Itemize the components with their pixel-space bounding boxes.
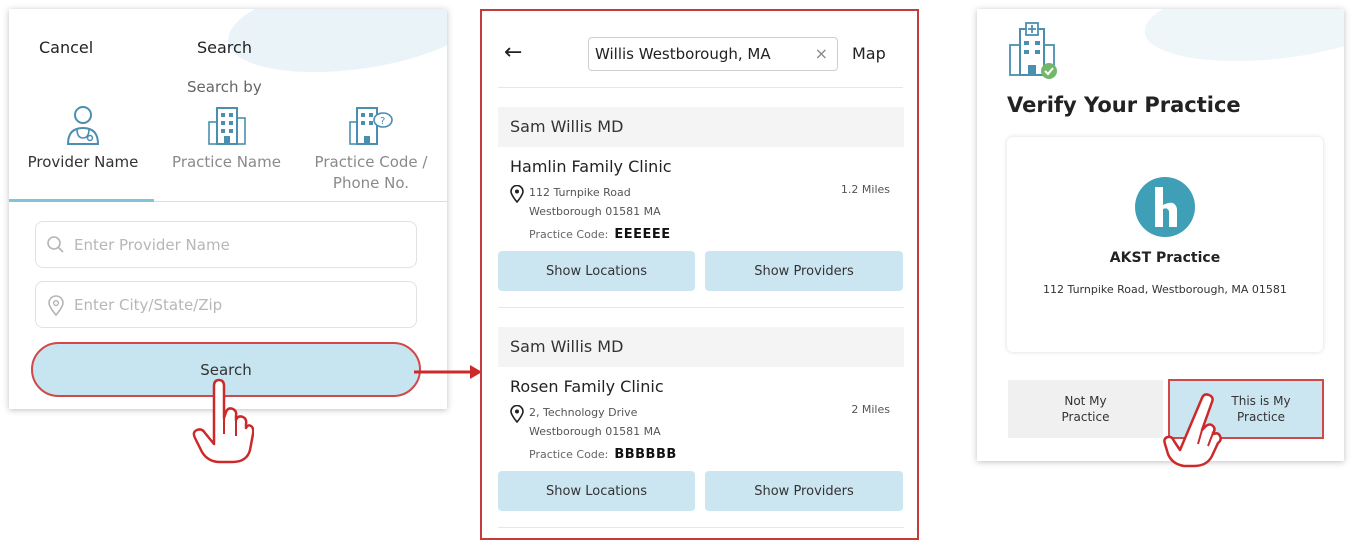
building-phone-icon: ? — [349, 107, 393, 145]
location-input[interactable] — [74, 292, 404, 318]
search-panel: Cancel Search Search by Provider Name Pr… — [9, 9, 447, 409]
distance: 2 Miles — [851, 403, 890, 416]
this-is-my-practice-line-2: Practice — [1237, 410, 1285, 424]
search-title: Search — [197, 38, 252, 57]
verify-title: Verify Your Practice — [1007, 93, 1241, 117]
doctor-icon — [66, 106, 100, 145]
location-field[interactable] — [35, 281, 417, 328]
practice-code-value: BBBBBB — [614, 447, 677, 462]
background-decoration — [222, 9, 447, 87]
building-icon — [207, 107, 246, 145]
location-pin-icon — [48, 295, 64, 317]
address-line-2: Westborough 01581 MA — [529, 205, 661, 218]
tab-practice-name[interactable]: Practice Name — [164, 104, 289, 173]
practice-address: 112 Turnpike Road, Westborough, MA 01581 — [1043, 283, 1287, 296]
provider-name: Sam Willis MD — [498, 107, 904, 147]
card-divider — [498, 527, 904, 528]
not-my-practice-line-2: Practice — [1061, 410, 1110, 424]
distance: 1.2 Miles — [840, 183, 890, 196]
card-divider — [498, 307, 904, 308]
clinic-name: Rosen Family Clinic — [510, 377, 664, 396]
active-tab-indicator — [9, 199, 154, 202]
search-by-label: Search by — [187, 78, 262, 96]
cancel-button[interactable]: Cancel — [39, 38, 93, 57]
results-panel: ← × Map Sam Willis MD Hamlin Family Clin… — [480, 9, 919, 540]
result-card: Sam Willis MD Rosen Family Clinic 2, Tec… — [498, 327, 904, 528]
practice-logo-icon — [1135, 177, 1195, 237]
provider-name: Sam Willis MD — [498, 327, 904, 367]
address-line-1: 112 Turnpike Road — [529, 186, 631, 199]
verify-panel: Verify Your Practice AKST Practice 112 T… — [977, 9, 1344, 461]
search-icon — [47, 236, 64, 253]
practice-code-value: EEEEEE — [614, 227, 671, 242]
tab-practice-code[interactable]: ? Practice Code / Phone No. — [301, 104, 441, 194]
practice-code: Practice Code: BBBBBB — [529, 447, 677, 462]
clinic-name: Hamlin Family Clinic — [510, 157, 672, 176]
practice-code-label: Practice Code: — [529, 228, 609, 241]
svg-text:?: ? — [380, 116, 385, 127]
practice-card: AKST Practice 112 Turnpike Road, Westbor… — [1007, 137, 1323, 352]
clinic-address: 112 Turnpike Road Westborough 01581 MA — [529, 183, 661, 221]
background-decoration — [1140, 9, 1344, 73]
practice-code-label: Practice Code: — [529, 448, 609, 461]
this-is-my-practice-line-1: This is My — [1231, 394, 1291, 408]
header-divider — [498, 87, 903, 88]
tab-provider-name-label: Provider Name — [27, 153, 139, 171]
show-locations-button[interactable]: Show Locations — [498, 251, 695, 291]
not-my-practice-line-1: Not My — [1064, 394, 1107, 408]
practice-code: Practice Code: EEEEEE — [529, 227, 671, 242]
practice-name: AKST Practice — [1109, 250, 1221, 266]
hand-pointer-icon — [1163, 393, 1222, 468]
result-card: Sam Willis MD Hamlin Family Clinic 112 T… — [498, 107, 904, 308]
address-line-1: 2, Technology Drive — [529, 406, 638, 419]
location-pin-icon — [510, 185, 524, 203]
tab-provider-name[interactable]: Provider Name — [19, 104, 147, 173]
location-search-input[interactable] — [595, 43, 807, 65]
location-search-field[interactable]: × — [588, 37, 838, 71]
tab-practice-name-label: Practice Name — [172, 153, 281, 171]
location-pin-icon — [510, 405, 524, 423]
provider-name-input[interactable] — [74, 232, 404, 258]
hospital-verified-icon — [1009, 22, 1057, 79]
flow-arrow-icon — [414, 365, 482, 379]
map-button[interactable]: Map — [852, 44, 886, 63]
hand-pointer-icon — [192, 378, 254, 464]
address-line-2: Westborough 01581 MA — [529, 425, 661, 438]
show-providers-button[interactable]: Show Providers — [705, 251, 903, 291]
clear-icon[interactable]: × — [815, 44, 828, 63]
tab-practice-code-label: Practice Code / Phone No. — [314, 153, 428, 192]
back-arrow-icon[interactable]: ← — [504, 40, 522, 65]
show-providers-button[interactable]: Show Providers — [705, 471, 903, 511]
show-locations-button[interactable]: Show Locations — [498, 471, 695, 511]
clinic-address: 2, Technology Drive Westborough 01581 MA — [529, 403, 661, 441]
not-my-practice-button[interactable]: Not My Practice — [1008, 380, 1163, 438]
provider-name-field[interactable] — [35, 221, 417, 268]
